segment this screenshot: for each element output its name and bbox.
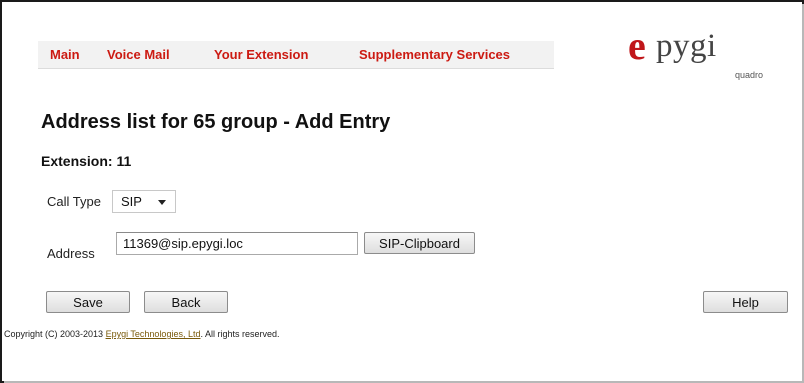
epygi-logo: e pygi quadro	[628, 24, 768, 84]
copyright-suffix: . All rights reserved.	[200, 329, 280, 339]
chevron-down-icon	[158, 200, 166, 205]
call-type-value: SIP	[121, 194, 142, 209]
nav-your-extension-link[interactable]: Your Extension	[214, 47, 308, 62]
address-input[interactable]	[116, 232, 358, 255]
company-link[interactable]: Epygi Technologies, Ltd	[106, 329, 201, 339]
nav-main-link[interactable]: Main	[50, 47, 80, 62]
logo-mark: e	[628, 23, 646, 68]
page-title: Address list for 65 group - Add Entry	[41, 111, 391, 133]
copyright-footer: Copyright (C) 2003-2013 Epygi Technologi…	[4, 329, 280, 339]
call-type-label: Call Type	[47, 194, 101, 209]
help-button[interactable]: Help	[703, 291, 788, 313]
back-button[interactable]: Back	[144, 291, 228, 313]
nav-voice-mail-link[interactable]: Voice Mail	[107, 47, 170, 62]
save-button[interactable]: Save	[46, 291, 130, 313]
extension-heading: Extension: 11	[41, 153, 132, 169]
copyright-prefix: Copyright (C) 2003-2013	[4, 329, 106, 339]
call-type-select[interactable]: SIP	[112, 190, 176, 213]
address-label: Address	[47, 246, 95, 261]
nav-supplementary-services-link[interactable]: Supplementary Services	[359, 47, 510, 62]
sip-clipboard-button[interactable]: SIP-Clipboard	[364, 232, 475, 254]
logo-subtitle: quadro	[734, 70, 763, 80]
logo-text: pygi	[656, 28, 717, 64]
top-navigation-bar: Main Voice Mail Your Extension Supplemen…	[38, 41, 554, 69]
